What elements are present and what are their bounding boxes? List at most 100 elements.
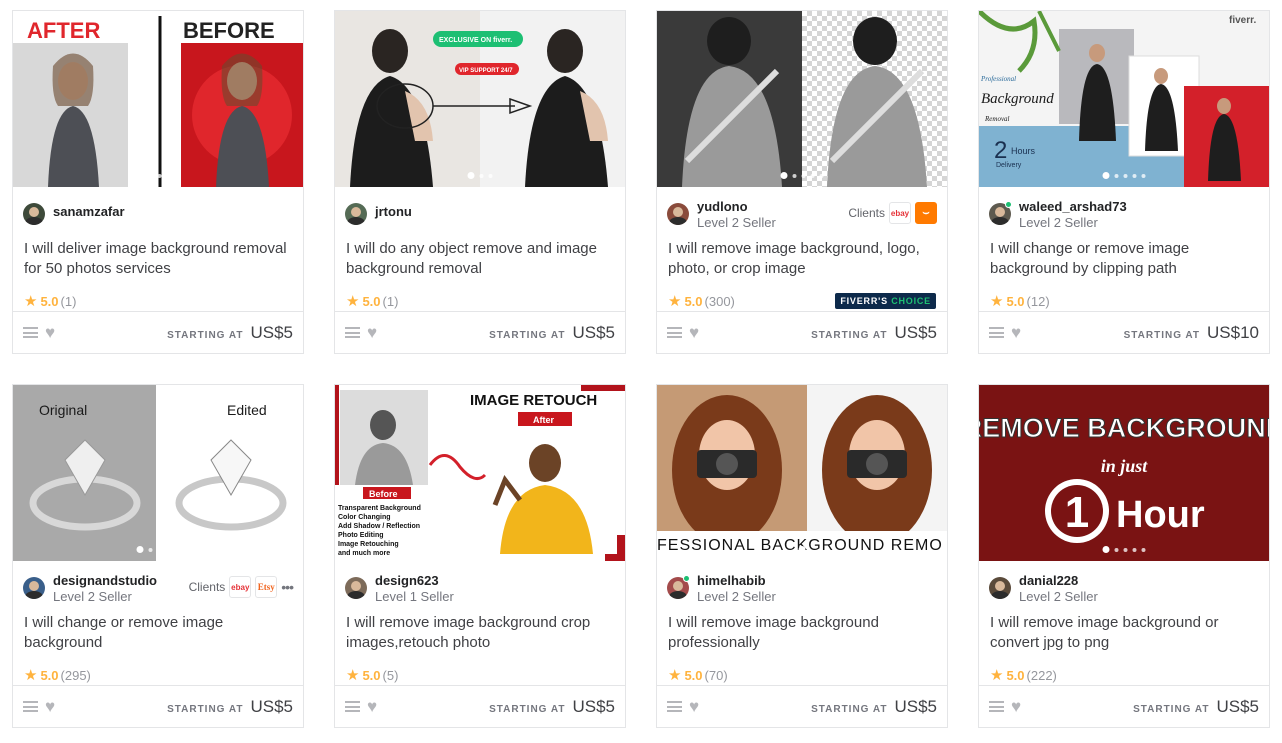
gig-title[interactable]: I will remove image background professio…: [657, 601, 947, 663]
card-footer: ♥ STARTING AT US$5: [657, 685, 947, 727]
price[interactable]: STARTING AT US$5: [811, 697, 937, 717]
carousel-dots[interactable]: [136, 546, 180, 553]
rating: ★ 5.0 (70): [657, 663, 947, 687]
thumb-sub-badge: VIP SUPPORT 24/7: [459, 68, 513, 74]
rating: ★ 5.0 (1): [335, 289, 625, 313]
gig-card[interactable]: EXCLUSIVE ON fiverr. VIP SUPPORT 24/7 jr…: [334, 10, 626, 354]
avatar[interactable]: [345, 577, 367, 599]
gig-title[interactable]: I will remove image background or conver…: [979, 601, 1269, 663]
seller-name[interactable]: design623: [375, 573, 454, 589]
heart-icon[interactable]: ♥: [45, 324, 55, 341]
list-icon[interactable]: [989, 701, 1004, 712]
price[interactable]: STARTING AT US$10: [1124, 323, 1259, 343]
ebay-logo[interactable]: ebay: [889, 202, 911, 224]
gig-thumbnail[interactable]: REMOVE BACKGROUND in just 1 Hour: [979, 385, 1269, 561]
heart-icon[interactable]: ♥: [1011, 698, 1021, 715]
list-icon[interactable]: [667, 327, 682, 338]
amazon-logo[interactable]: ⌣: [915, 202, 937, 224]
thumb-heading: IMAGE RETOUCH: [470, 392, 597, 409]
clients[interactable]: Clients ebay Etsy •••: [189, 576, 294, 598]
gig-card[interactable]: fiverr. Professional Background Removal …: [978, 10, 1270, 354]
price-amount: US$5: [250, 322, 293, 342]
price[interactable]: STARTING AT US$5: [167, 697, 293, 717]
avatar[interactable]: [23, 203, 45, 225]
seller-name[interactable]: jrtonu: [375, 204, 412, 220]
gig-card[interactable]: yudlono Level 2 Seller Clients ebay ⌣ I …: [656, 10, 948, 354]
seller-name[interactable]: danial228: [1019, 573, 1098, 589]
price[interactable]: STARTING AT US$5: [811, 323, 937, 343]
carousel-dots[interactable]: [467, 546, 493, 553]
price[interactable]: STARTING AT US$5: [489, 323, 615, 343]
gig-thumbnail[interactable]: [657, 11, 947, 187]
avatar[interactable]: [989, 577, 1011, 599]
gig-thumbnail[interactable]: FESSIONAL BACKGROUND REMO: [657, 385, 947, 561]
list-icon[interactable]: [23, 701, 38, 712]
carousel-dots[interactable]: [1102, 172, 1146, 179]
seller-name[interactable]: himelhabib: [697, 573, 776, 589]
list-icon[interactable]: [667, 701, 682, 712]
rating-count: (12): [1026, 293, 1050, 309]
list-icon[interactable]: [345, 701, 360, 712]
clients-label: Clients: [848, 206, 885, 220]
seller-name[interactable]: yudlono: [697, 199, 776, 215]
rating: ★ 5.0 (300) FIVERR'S CHOICE: [657, 289, 947, 313]
gig-card[interactable]: FESSIONAL BACKGROUND REMO himelhabib Lev…: [656, 384, 948, 728]
heart-icon[interactable]: ♥: [1011, 324, 1021, 341]
avatar[interactable]: [23, 577, 45, 599]
list-icon[interactable]: [23, 327, 38, 338]
rating-score: 5.0: [684, 667, 703, 683]
starting-at-label: STARTING AT: [811, 703, 888, 715]
gig-card[interactable]: AFTER BEFORE sanamzafar I will deliver i…: [12, 10, 304, 354]
gig-title[interactable]: I will remove image background, logo, ph…: [657, 227, 947, 289]
seller-name[interactable]: designandstudio: [53, 573, 157, 589]
gig-thumbnail[interactable]: fiverr. Professional Background Removal …: [979, 11, 1269, 187]
gig-title[interactable]: I will remove image background crop imag…: [335, 601, 625, 663]
gig-thumbnail[interactable]: IMAGE RETOUCH After Before Transparent B…: [335, 385, 625, 561]
thumbnail-art: fiverr. Professional Background Removal …: [979, 11, 1269, 187]
list-icon[interactable]: [989, 327, 1004, 338]
avatar[interactable]: [667, 203, 689, 225]
carousel-dots[interactable]: [780, 172, 824, 179]
price[interactable]: STARTING AT US$5: [489, 697, 615, 717]
carousel-dots[interactable]: [467, 172, 493, 179]
seller-row: design623 Level 1 Seller: [335, 561, 625, 604]
heart-icon[interactable]: ♥: [689, 324, 699, 341]
carousel-dots[interactable]: [1102, 546, 1146, 553]
starting-at-label: STARTING AT: [1133, 703, 1210, 715]
carousel-dots[interactable]: [798, 546, 806, 553]
price-amount: US$5: [1216, 696, 1259, 716]
heart-icon[interactable]: ♥: [367, 324, 377, 341]
gig-card[interactable]: Original Edited designandstudio Level 2 …: [12, 384, 304, 728]
starting-at-label: STARTING AT: [167, 329, 244, 341]
gig-title[interactable]: I will change or remove image background: [13, 601, 303, 663]
svg-text:Color Changing: Color Changing: [338, 514, 391, 521]
gig-thumbnail[interactable]: AFTER BEFORE: [13, 11, 303, 187]
clients[interactable]: Clients ebay ⌣: [848, 202, 937, 224]
gig-thumbnail[interactable]: Original Edited: [13, 385, 303, 561]
price[interactable]: STARTING AT US$5: [1133, 697, 1259, 717]
gig-grid: AFTER BEFORE sanamzafar I will deliver i…: [12, 10, 1270, 728]
avatar[interactable]: [345, 203, 367, 225]
star-icon: ★: [346, 667, 360, 684]
list-icon[interactable]: [345, 327, 360, 338]
rating-count: (5): [382, 667, 399, 683]
heart-icon[interactable]: ♥: [367, 698, 377, 715]
ebay-logo[interactable]: ebay: [229, 576, 252, 598]
gig-title[interactable]: I will do any object remove and image ba…: [335, 227, 625, 289]
etsy-logo[interactable]: Etsy: [255, 576, 278, 598]
gig-title[interactable]: I will deliver image background removal …: [13, 227, 303, 289]
gig-thumbnail[interactable]: EXCLUSIVE ON fiverr. VIP SUPPORT 24/7: [335, 11, 625, 187]
heart-icon[interactable]: ♥: [689, 698, 699, 715]
seller-name[interactable]: sanamzafar: [53, 204, 125, 220]
more-icon[interactable]: •••: [281, 579, 294, 595]
carousel-dots[interactable]: [145, 172, 171, 179]
gig-title[interactable]: I will change or remove image background…: [979, 227, 1269, 289]
star-icon: ★: [668, 667, 682, 684]
gig-card[interactable]: IMAGE RETOUCH After Before Transparent B…: [334, 384, 626, 728]
seller-name[interactable]: waleed_arshad73: [1019, 199, 1127, 215]
thumb-l2: Background: [981, 91, 1054, 107]
rating-score: 5.0: [40, 667, 59, 683]
price[interactable]: STARTING AT US$5: [167, 323, 293, 343]
heart-icon[interactable]: ♥: [45, 698, 55, 715]
gig-card[interactable]: REMOVE BACKGROUND in just 1 Hour danial2…: [978, 384, 1270, 728]
